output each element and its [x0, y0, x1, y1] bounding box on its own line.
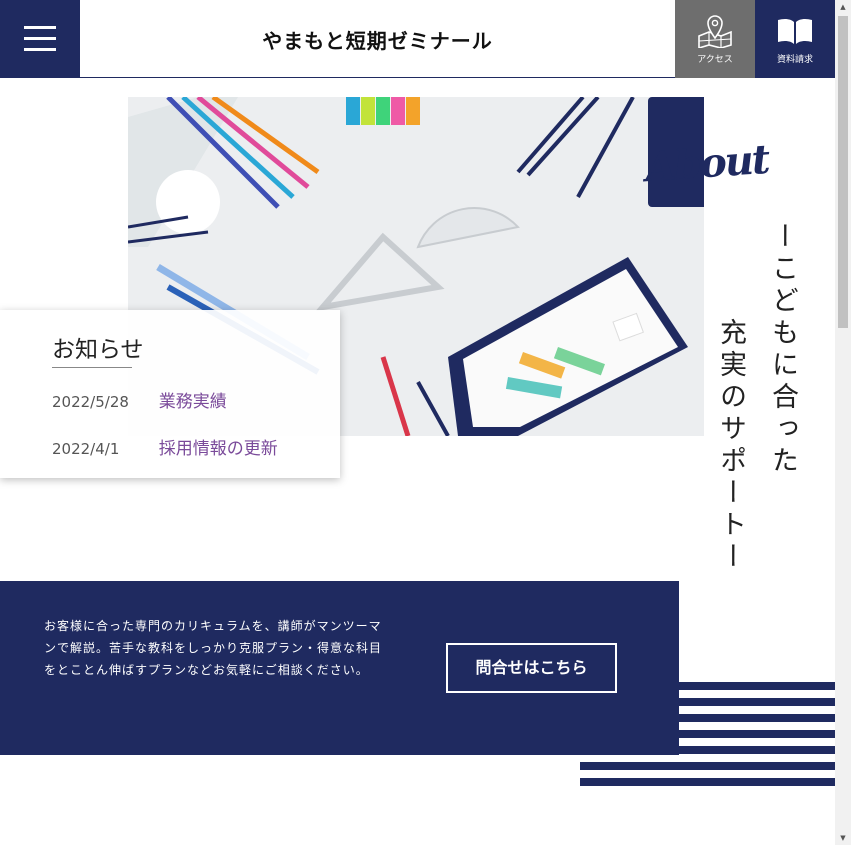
map-pin-icon [698, 15, 732, 48]
news-item: 2022/4/1 採用情報の更新 [52, 434, 278, 459]
menu-bar [24, 26, 56, 29]
menu-bar [24, 48, 56, 51]
about-tagline-line1: ーこどもに合った [767, 222, 798, 478]
news-card: お知らせ 2022/5/28 業務実績 2022/4/1 採用情報の更新 [0, 310, 340, 478]
access-label: アクセス [697, 55, 733, 65]
about-tagline-line2: 充実のサポートー [715, 318, 746, 574]
news-date: 2022/5/28 [52, 393, 129, 411]
hamburger-menu-button[interactable] [0, 0, 80, 78]
site-header: やまもと短期ゼミナール アクセス 資料請求 [0, 0, 835, 78]
news-date: 2022/4/1 [52, 440, 120, 458]
scroll-thumb[interactable] [838, 16, 848, 328]
news-divider [52, 367, 132, 368]
scroll-up-arrow-icon[interactable]: ▲ [835, 0, 851, 14]
contact-band: お客様に合った専門のカリキュラムを、講師がマンツーマンで解説。苦手な教科をしっか… [0, 581, 679, 755]
page-scrollbar[interactable]: ▲ ▼ [835, 0, 851, 845]
menu-bar [24, 37, 56, 40]
contact-button[interactable]: 問合せはこちら [446, 643, 617, 693]
request-documents-button[interactable]: 資料請求 [755, 0, 835, 78]
scroll-down-arrow-icon[interactable]: ▼ [835, 831, 851, 845]
news-item: 2022/5/28 業務実績 [52, 387, 227, 412]
open-book-icon [778, 18, 812, 44]
contact-description: お客様に合った専門のカリキュラムを、講師がマンツーマンで解説。苦手な教科をしっか… [44, 619, 383, 677]
news-title: お知らせ [52, 337, 144, 363]
news-link[interactable]: 業務実績 [159, 392, 227, 412]
news-link[interactable]: 採用情報の更新 [159, 439, 278, 459]
site-title[interactable]: やまもと短期ゼミナール [80, 0, 675, 78]
access-button[interactable]: アクセス [675, 0, 755, 78]
about-script-heading: About [643, 135, 770, 192]
request-documents-label: 資料請求 [776, 55, 813, 65]
